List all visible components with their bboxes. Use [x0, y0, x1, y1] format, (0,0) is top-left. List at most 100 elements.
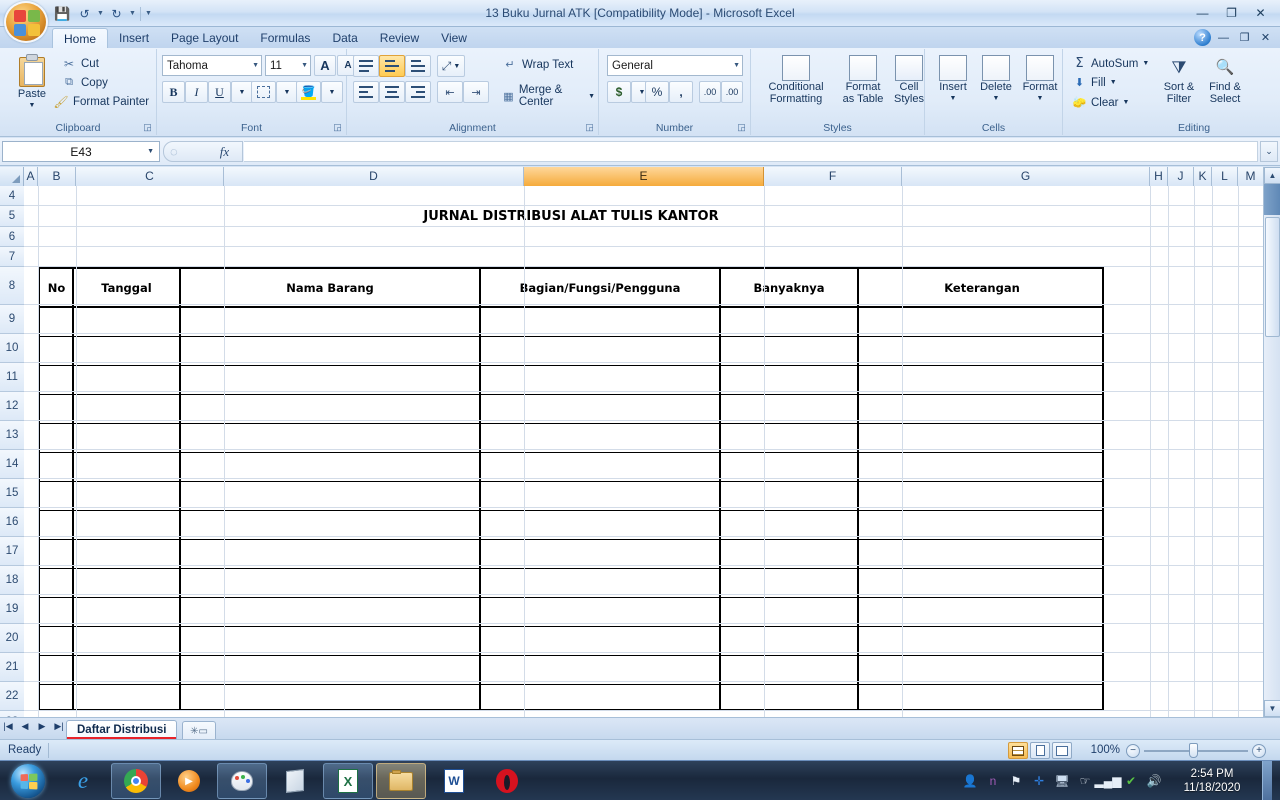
- format-cells-button[interactable]: Format ▼: [1019, 55, 1061, 105]
- column-header-f[interactable]: F: [764, 167, 902, 186]
- increase-decimal-button[interactable]: .00: [699, 81, 721, 103]
- taskbar-internet-explorer[interactable]: e: [58, 763, 108, 799]
- row-header-21[interactable]: 21: [0, 653, 24, 682]
- worksheet-grid[interactable]: ABCDEFGHJKLMNOP 456789101112131415161718…: [0, 167, 1280, 717]
- tab-review[interactable]: Review: [369, 28, 430, 49]
- align-right-button[interactable]: [405, 81, 431, 103]
- previous-sheet-icon[interactable]: ◀: [19, 721, 31, 732]
- table-header-cell[interactable]: Banyaknya: [720, 269, 858, 307]
- font-size-combo[interactable]: 11 ▼: [265, 55, 311, 76]
- row-header-7[interactable]: 7: [0, 247, 24, 267]
- office-button[interactable]: [4, 1, 48, 43]
- table-row[interactable]: [40, 307, 1102, 336]
- column-header-k[interactable]: K: [1194, 167, 1212, 186]
- vertical-scrollbar[interactable]: ▲ ▼: [1263, 167, 1280, 717]
- taskbar-microsoft-excel[interactable]: X: [323, 763, 373, 799]
- cut-button[interactable]: ✂ Cut: [58, 56, 102, 72]
- column-header-d[interactable]: D: [224, 167, 524, 186]
- column-header-m[interactable]: M: [1238, 167, 1264, 186]
- align-center-button[interactable]: [379, 81, 405, 103]
- column-header-l[interactable]: L: [1212, 167, 1238, 186]
- table-row[interactable]: [40, 452, 1102, 481]
- table-header-cell[interactable]: Nama Barang: [180, 269, 480, 307]
- row-header-12[interactable]: 12: [0, 392, 24, 421]
- fill-dropdown-icon[interactable]: ▼: [1110, 79, 1117, 86]
- number-format-dropdown-icon[interactable]: ▼: [730, 62, 740, 69]
- tab-insert[interactable]: Insert: [108, 28, 160, 49]
- underline-button[interactable]: U: [208, 81, 231, 103]
- taskbar-microsoft-word[interactable]: W: [429, 763, 479, 799]
- copy-button[interactable]: ⧉ Copy: [58, 75, 111, 90]
- document-minimize-button[interactable]: —: [1215, 32, 1232, 44]
- insert-worksheet-icon[interactable]: ✳▭: [182, 721, 216, 740]
- table-row[interactable]: [40, 394, 1102, 423]
- tab-page-layout[interactable]: Page Layout: [160, 28, 249, 49]
- row-header-22[interactable]: 22: [0, 682, 24, 711]
- clear-button[interactable]: 🧽 Clear ▼: [1069, 95, 1132, 110]
- row-header-20[interactable]: 20: [0, 624, 24, 653]
- zoom-thumb[interactable]: [1189, 743, 1198, 758]
- grow-font-button[interactable]: A: [314, 55, 336, 76]
- table-row[interactable]: [40, 510, 1102, 539]
- row-header-9[interactable]: 9: [0, 305, 24, 334]
- vsb-thumb[interactable]: [1265, 217, 1280, 337]
- fill-button[interactable]: ⬇ Fill ▼: [1069, 75, 1120, 90]
- column-header-h[interactable]: H: [1150, 167, 1168, 186]
- currency-button[interactable]: $: [607, 81, 631, 103]
- row-header-19[interactable]: 19: [0, 595, 24, 624]
- alignment-dialog-launcher-icon[interactable]: ◲: [584, 122, 595, 133]
- font-name-dropdown-icon[interactable]: ▼: [249, 62, 259, 69]
- merge-center-dropdown-icon[interactable]: ▼: [588, 93, 595, 100]
- row-header-15[interactable]: 15: [0, 479, 24, 508]
- name-box-dropdown-icon[interactable]: ▼: [147, 148, 154, 155]
- decrease-indent-button[interactable]: ⇤: [437, 81, 463, 103]
- insert-cells-dropdown-icon[interactable]: ▼: [950, 93, 957, 105]
- merge-center-button[interactable]: ▦ Merge & Center ▼: [499, 83, 598, 109]
- conditional-formatting-button[interactable]: Conditional Formatting: [757, 55, 835, 105]
- zoom-in-button[interactable]: +: [1252, 744, 1266, 758]
- table-row[interactable]: [40, 365, 1102, 394]
- paste-dropdown-icon[interactable]: ▼: [29, 100, 36, 112]
- insert-cells-button[interactable]: Insert ▼: [933, 55, 973, 105]
- taskbar-opera[interactable]: [482, 763, 532, 799]
- formula-input[interactable]: [244, 141, 1258, 162]
- document-close-button[interactable]: ✕: [1257, 31, 1274, 44]
- sheet-tab-daftar-distribusi[interactable]: Daftar Distribusi: [66, 720, 178, 740]
- delete-cells-dropdown-icon[interactable]: ▼: [993, 93, 1000, 105]
- row-header-5[interactable]: 5: [0, 206, 24, 227]
- increase-indent-button[interactable]: ⇥: [463, 81, 489, 103]
- italic-button[interactable]: I: [185, 81, 208, 103]
- paste-button[interactable]: Paste ▼: [8, 54, 56, 112]
- borders-button[interactable]: [251, 81, 276, 103]
- column-header-e[interactable]: E: [524, 167, 764, 186]
- touch-icon[interactable]: ☞: [1077, 773, 1093, 789]
- table-header-cell[interactable]: Bagian/Fungsi/Pengguna: [480, 269, 720, 307]
- table-header-cell[interactable]: Tanggal: [73, 269, 180, 307]
- font-size-dropdown-icon[interactable]: ▼: [298, 62, 308, 69]
- table-row[interactable]: [40, 626, 1102, 655]
- decrease-decimal-button[interactable]: .00: [721, 81, 743, 103]
- table-row[interactable]: [40, 539, 1102, 568]
- row-header-17[interactable]: 17: [0, 537, 24, 566]
- clear-dropdown-icon[interactable]: ▼: [1122, 99, 1129, 106]
- zoom-out-button[interactable]: −: [1126, 744, 1140, 758]
- bold-button[interactable]: B: [162, 81, 185, 103]
- cancel-icon[interactable]: ◌: [170, 144, 178, 159]
- align-middle-button[interactable]: [379, 55, 405, 77]
- save-icon[interactable]: 💾: [52, 3, 73, 24]
- font-name-combo[interactable]: Tahoma ▼: [162, 55, 262, 76]
- cell-styles-button[interactable]: Cell Styles: [889, 55, 929, 105]
- table-row[interactable]: [40, 655, 1102, 684]
- autosum-button[interactable]: Σ AutoSum ▼: [1069, 55, 1152, 72]
- close-button[interactable]: ✕: [1247, 3, 1274, 22]
- column-header-a[interactable]: A: [24, 167, 38, 186]
- percent-button[interactable]: %: [645, 81, 669, 103]
- network-signal-icon[interactable]: ▂▄▆: [1095, 773, 1122, 789]
- redo-dropdown-icon[interactable]: ▼: [128, 10, 137, 17]
- normal-view-icon[interactable]: [1008, 742, 1028, 759]
- autosum-dropdown-icon[interactable]: ▼: [1142, 60, 1149, 67]
- table-row[interactable]: [40, 597, 1102, 626]
- row-header-10[interactable]: 10: [0, 334, 24, 363]
- start-button[interactable]: [4, 762, 52, 800]
- tab-home[interactable]: Home: [52, 28, 109, 49]
